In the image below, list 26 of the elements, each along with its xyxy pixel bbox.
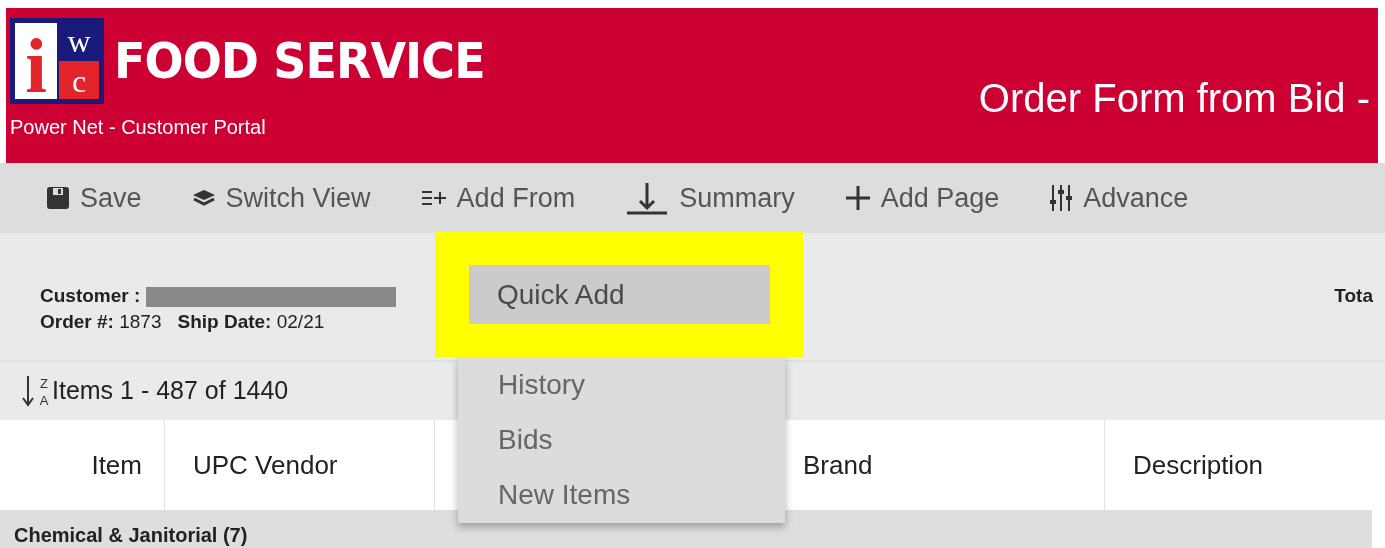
ship-date: 02/21	[276, 310, 325, 332]
menu-item[interactable]: Quick Add	[469, 265, 770, 324]
toolbar-button[interactable]: Switch View	[191, 173, 371, 223]
toolbar-button[interactable]: Add From	[420, 173, 576, 223]
category-row: Chemical & Janitorial (7)	[0, 510, 1372, 548]
order-number: 1873	[119, 310, 162, 332]
list-plus-icon	[420, 189, 447, 207]
save-icon	[46, 186, 70, 210]
brand-name: FOOD SERVICE	[114, 36, 485, 86]
total-label: Tota	[1334, 284, 1373, 308]
portal-subtitle: Power Net - Customer Portal	[10, 115, 267, 140]
sliders-icon	[1049, 184, 1074, 212]
page-title: Order Form from Bid -	[978, 75, 1371, 122]
layers-icon	[191, 189, 216, 207]
order-label: Order #:	[40, 310, 114, 332]
menu-item[interactable]: History	[458, 357, 785, 412]
customer-label: Customer :	[40, 285, 141, 306]
toolbar-button[interactable]: Save	[46, 173, 142, 223]
toolbar-button[interactable]: Advance	[1049, 173, 1189, 223]
column-header: Description	[1132, 448, 1265, 482]
items-range: Items 1 - 487 of 1440	[52, 375, 289, 407]
download-icon	[625, 181, 670, 215]
toolbar-button[interactable]: Add Page	[844, 173, 1000, 223]
ship-date-label: Ship Date:	[177, 310, 272, 332]
plus-icon	[844, 185, 871, 211]
toolbar-button[interactable]: Summary	[625, 173, 795, 223]
